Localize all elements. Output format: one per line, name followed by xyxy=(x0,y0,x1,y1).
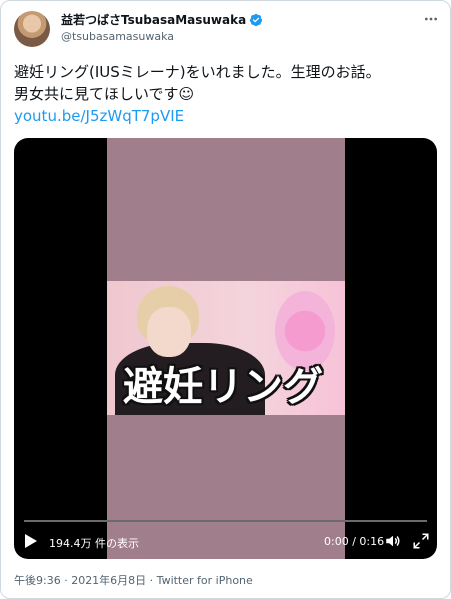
tweet-line-1: 避妊リング(IUSミレーナ)をいれました。生理のお話。 xyxy=(14,63,381,81)
tweet-line-2: 男女共に見てほしいです☺ xyxy=(14,85,195,103)
progress-bar[interactable] xyxy=(24,520,427,522)
tweet-text: 避妊リング(IUSミレーナ)をいれました。生理のお話。 男女共に見てほしいです☺… xyxy=(14,61,439,127)
tweet-link[interactable]: youtu.be/J5zWqT7pVIE xyxy=(14,105,439,127)
pink-flower-decoration xyxy=(275,291,335,371)
view-count: 194.4万 件の表示 xyxy=(49,537,139,550)
handle[interactable]: @tsubasamasuwaka xyxy=(61,30,174,43)
volume-icon[interactable] xyxy=(384,532,402,550)
author-row: 益若つばさTsubasaMasuwaka xyxy=(61,11,263,28)
video-controls: 194.4万 件の表示 0:00 / 0:16 xyxy=(14,532,437,552)
play-icon[interactable] xyxy=(24,533,38,549)
tweet-card: 益若つばさTsubasaMasuwaka @tsubasamasuwaka 避妊… xyxy=(0,0,451,599)
time-display: 0:00 / 0:16 xyxy=(324,535,385,548)
verified-badge-icon xyxy=(250,13,263,26)
video-thumbnail: 避妊リング xyxy=(107,138,345,559)
display-name[interactable]: 益若つばさTsubasaMasuwaka xyxy=(61,11,246,28)
more-icon[interactable] xyxy=(423,11,439,27)
video-caption: 避妊リング xyxy=(123,364,323,410)
video-player[interactable]: 避妊リング 194.4万 件の表示 0:00 / 0:16 xyxy=(14,138,437,559)
thumbnail-photo: 避妊リング xyxy=(107,281,345,415)
fullscreen-icon[interactable] xyxy=(412,532,430,550)
tweet-timestamp[interactable]: 午後9:36 · 2021年6月8日 · Twitter for iPhone xyxy=(14,572,253,588)
face xyxy=(147,307,191,357)
avatar[interactable] xyxy=(14,11,50,47)
